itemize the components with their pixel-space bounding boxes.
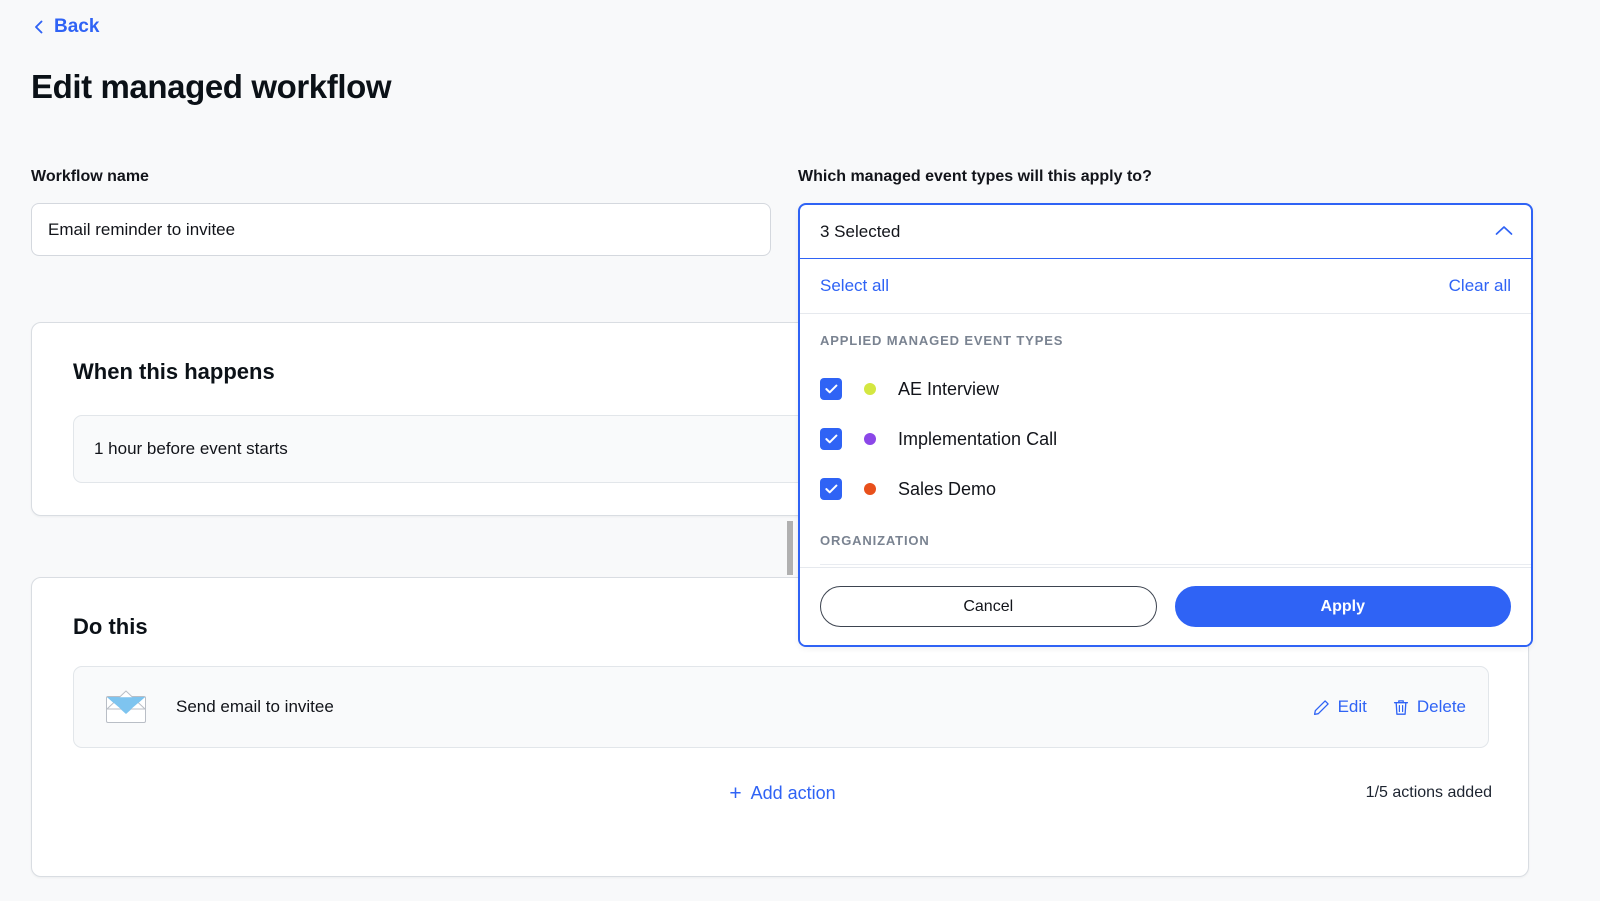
dropdown-selected-text: 3 Selected — [820, 221, 901, 241]
back-label: Back — [54, 16, 100, 37]
action-label: Send email to invitee — [176, 697, 334, 716]
pencil-icon — [1313, 699, 1330, 716]
action-row[interactable]: Send email to invitee Edit Delete — [73, 666, 1489, 748]
edit-label: Edit — [1337, 697, 1367, 716]
when-card-title: When this happens — [73, 359, 275, 384]
dropdown-toolbar: Select all Clear all — [800, 259, 1531, 314]
option-ae-interview[interactable]: AE Interview — [800, 364, 1531, 414]
group-heading-applied: APPLIED MANAGED EVENT TYPES — [820, 333, 1064, 348]
envelope-icon — [102, 687, 150, 727]
event-types-dropdown: 3 Selected Select all Clear all APPLIED … — [798, 203, 1533, 647]
option-sales-demo[interactable]: Sales Demo — [800, 464, 1531, 514]
page-scrollbar-fragment[interactable] — [787, 521, 793, 575]
group-heading-organization: ORGANIZATION — [820, 533, 930, 548]
dropdown-trigger[interactable]: 3 Selected — [800, 205, 1531, 259]
back-button[interactable]: Back — [33, 16, 99, 38]
do-card-footer: + Add action 1/5 actions added — [73, 778, 1492, 808]
delete-action-button[interactable]: Delete — [1393, 697, 1466, 717]
option-label: AE Interview — [898, 378, 1000, 399]
checkbox-checked-icon[interactable] — [820, 478, 842, 500]
chevron-up-icon — [1495, 223, 1513, 241]
add-action-button[interactable]: + Add action — [729, 783, 835, 804]
workflow-name-input[interactable] — [31, 203, 771, 256]
delete-label: Delete — [1416, 697, 1466, 716]
page-root: Back Edit managed workflow Workflow name… — [0, 0, 1600, 901]
option-label: Implementation Call — [898, 428, 1058, 449]
event-types-dropdown-group: Which managed event types will this appl… — [798, 168, 1533, 647]
trigger-text: 1 hour before event starts — [94, 439, 288, 458]
trash-icon — [1393, 699, 1409, 716]
select-all-link[interactable]: Select all — [820, 276, 889, 296]
event-types-label: Which managed event types will this appl… — [798, 168, 1152, 185]
apply-button[interactable]: Apply — [1174, 586, 1511, 627]
cancel-button[interactable]: Cancel — [820, 586, 1157, 627]
action-row-controls: Edit Delete — [1313, 697, 1466, 717]
checkbox-checked-icon[interactable] — [820, 378, 842, 400]
checkbox-checked-icon[interactable] — [820, 428, 842, 450]
plus-icon: + — [729, 781, 742, 805]
option-implementation-call[interactable]: Implementation Call — [800, 414, 1531, 464]
edit-action-button[interactable]: Edit — [1313, 697, 1367, 717]
add-action-label: Add action — [750, 782, 836, 803]
workflow-name-field-group: Workflow name — [31, 168, 771, 256]
option-label: Sales Demo — [898, 478, 997, 499]
event-color-dot — [864, 433, 876, 445]
dropdown-footer: Cancel Apply — [800, 567, 1531, 645]
do-card-title: Do this — [73, 614, 148, 639]
list-divider — [820, 564, 1531, 565]
actions-count-text: 1/5 actions added — [1365, 784, 1492, 801]
chevron-left-icon — [33, 20, 45, 34]
event-color-dot — [864, 383, 876, 395]
clear-all-link[interactable]: Clear all — [1449, 276, 1511, 296]
page-title: Edit managed workflow — [31, 68, 392, 105]
event-color-dot — [864, 483, 876, 495]
dropdown-options-list[interactable]: APPLIED MANAGED EVENT TYPES AE Interview — [800, 314, 1531, 567]
workflow-name-label: Workflow name — [31, 168, 149, 185]
